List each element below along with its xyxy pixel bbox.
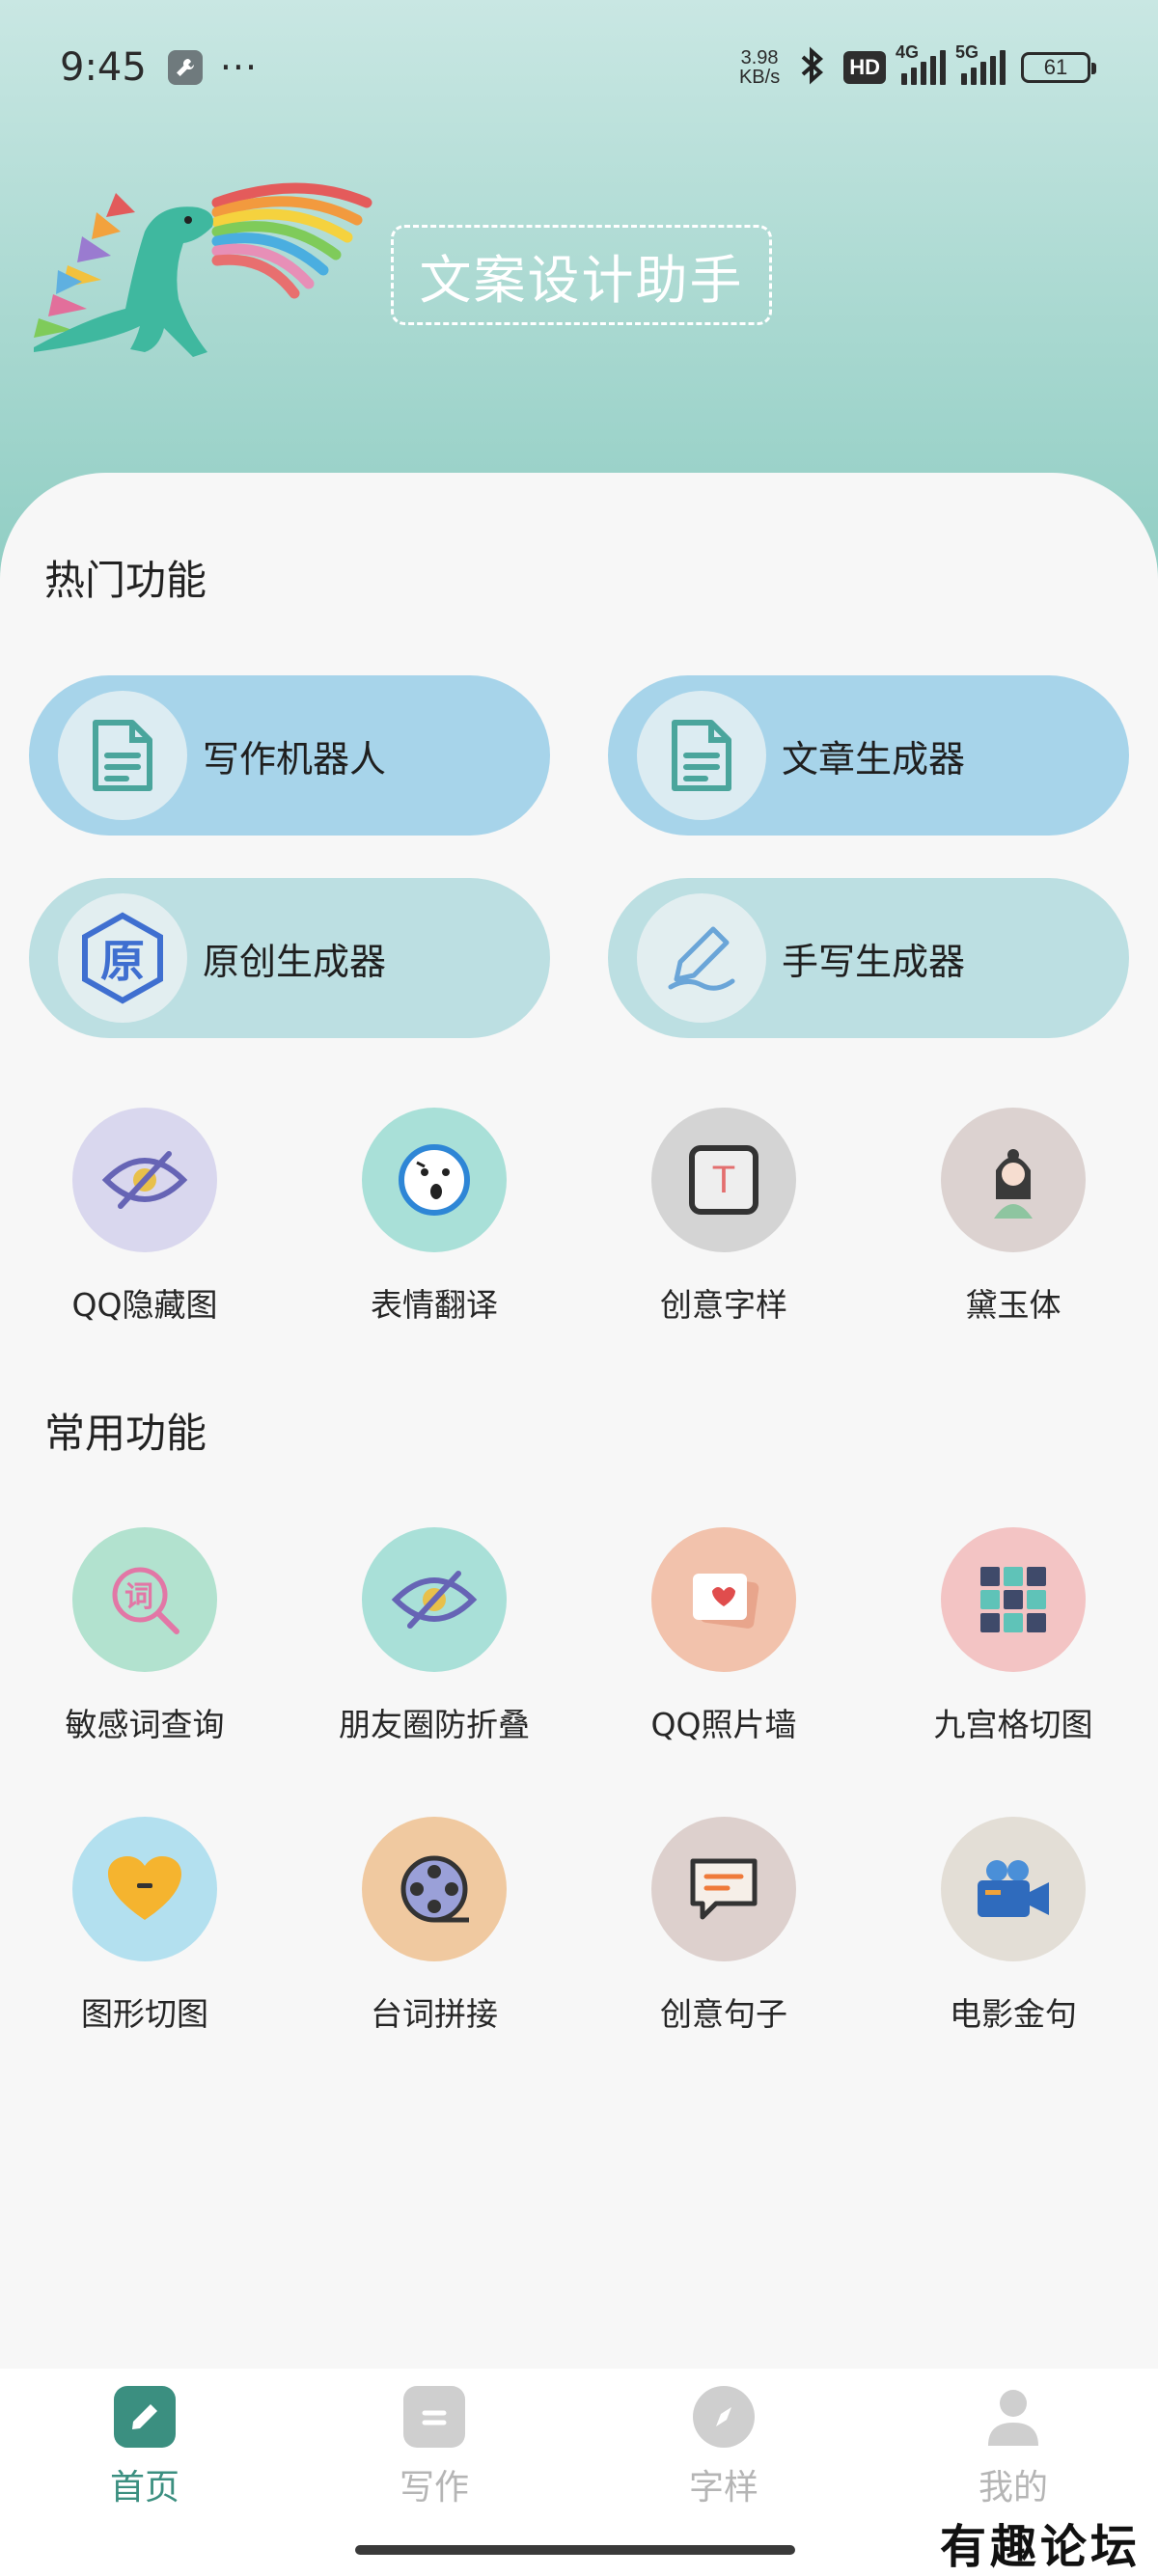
surprised-face-icon xyxy=(362,1108,507,1252)
movie-quotes-item[interactable]: 电影金句 xyxy=(868,1817,1158,2039)
sim1-network-type: 4G xyxy=(896,42,920,62)
daiyu-portrait-icon xyxy=(941,1108,1086,1252)
video-camera-icon xyxy=(941,1817,1086,1961)
nav-home-label: 首页 xyxy=(109,2468,179,2507)
word-search-icon: 词 xyxy=(72,1527,217,1672)
writing-robot-label: 写作机器人 xyxy=(203,737,387,781)
creative-text-style-label: 创意字样 xyxy=(660,1286,787,1324)
status-bar: 9:45 ··· 3.98 KB/s HD 4G 5G 61 xyxy=(0,0,1158,135)
original-generator-label: 原创生成器 xyxy=(203,940,387,983)
nav-text-style-label: 字样 xyxy=(688,2468,758,2507)
sensitive-word-check-label: 敏感词查询 xyxy=(65,1706,225,1743)
edit-pencil-icon xyxy=(114,2386,176,2448)
chat-bubble-icon xyxy=(651,1817,796,1961)
photo-wall-icon xyxy=(651,1527,796,1672)
creative-text-style-item[interactable]: T 创意字样 xyxy=(579,1108,868,1329)
daiyu-style-label: 黛玉体 xyxy=(965,1286,1062,1324)
sim2-network-type: 5G xyxy=(955,42,979,62)
document-icon xyxy=(637,691,766,820)
app-title: 文案设计助手 xyxy=(391,225,772,325)
hidden-eye-icon xyxy=(362,1527,507,1672)
nav-profile-label: 我的 xyxy=(978,2468,1048,2507)
nine-grid-cut-label: 九宫格切图 xyxy=(933,1706,1093,1743)
sensitive-word-check-item[interactable]: 词 敏感词查询 xyxy=(0,1527,290,1749)
home-indicator[interactable] xyxy=(355,2545,795,2555)
dinosaur-rainbow-illustration xyxy=(29,174,386,386)
hidden-eye-icon xyxy=(72,1108,217,1252)
signal-sim1-icon: 4G xyxy=(896,42,946,85)
line-splice-item[interactable]: 台词拼接 xyxy=(290,1817,579,2039)
status-indicators: 3.98 KB/s HD 4G 5G 61 xyxy=(739,42,1096,89)
nav-home[interactable]: 首页 xyxy=(0,2369,290,2576)
user-icon xyxy=(982,2386,1044,2448)
nine-grid-icon xyxy=(941,1527,1086,1672)
emoji-translate-item[interactable]: 表情翻译 xyxy=(290,1108,579,1329)
original-hexagon-icon: 原 xyxy=(58,893,187,1023)
shape-cut-item[interactable]: 图形切图 xyxy=(0,1817,290,2039)
text-style-icon-char: T xyxy=(711,1158,736,1201)
document-icon xyxy=(58,691,187,820)
handwriting-generator-button[interactable]: 手写生成器 xyxy=(608,878,1129,1038)
status-time: 9:45 xyxy=(60,45,147,90)
document-lines-icon xyxy=(403,2386,465,2448)
emoji-translate-label: 表情翻译 xyxy=(371,1286,498,1324)
word-search-icon-char: 词 xyxy=(124,1580,153,1614)
original-icon-char: 原 xyxy=(100,935,145,987)
qq-photo-wall-item[interactable]: QQ照片墙 xyxy=(579,1527,868,1749)
moments-anti-fold-item[interactable]: 朋友圈防折叠 xyxy=(290,1527,579,1749)
qq-hidden-image-item[interactable]: QQ隐藏图 xyxy=(0,1108,290,1329)
qq-hidden-image-label: QQ隐藏图 xyxy=(71,1286,218,1324)
compass-icon xyxy=(693,2386,755,2448)
hd-voice-badge: HD xyxy=(843,51,886,84)
moments-anti-fold-label: 朋友圈防折叠 xyxy=(339,1706,530,1743)
article-generator-button[interactable]: 文章生成器 xyxy=(608,675,1129,836)
wrench-icon xyxy=(167,50,203,85)
qq-photo-wall-label: QQ照片墙 xyxy=(650,1706,797,1743)
creative-sentence-label: 创意句子 xyxy=(660,1995,787,2033)
nav-writing-label: 写作 xyxy=(399,2468,469,2507)
network-speed: 3.98 KB/s xyxy=(739,48,780,87)
film-reel-icon xyxy=(362,1817,507,1961)
hot-features-title: 热门功能 xyxy=(44,557,207,604)
signal-sim2-icon: 5G xyxy=(955,42,1006,85)
text-style-icon: T xyxy=(651,1108,796,1252)
original-generator-button[interactable]: 原 原创生成器 xyxy=(29,878,550,1038)
network-speed-unit: KB/s xyxy=(738,67,781,88)
handwriting-generator-label: 手写生成器 xyxy=(782,940,966,983)
network-speed-value: 3.98 xyxy=(740,47,779,69)
battery-icon: 61 xyxy=(1021,52,1096,83)
more-notifications-icon: ··· xyxy=(219,46,259,89)
movie-quotes-label: 电影金句 xyxy=(950,1995,1077,2033)
bluetooth-icon xyxy=(795,46,828,89)
common-features-title: 常用功能 xyxy=(44,1410,207,1457)
creative-sentence-item[interactable]: 创意句子 xyxy=(579,1817,868,2039)
writing-robot-button[interactable]: 写作机器人 xyxy=(29,675,550,836)
article-generator-label: 文章生成器 xyxy=(782,737,966,781)
pen-icon xyxy=(637,893,766,1023)
battery-level: 61 xyxy=(1043,55,1068,79)
daiyu-style-item[interactable]: 黛玉体 xyxy=(868,1108,1158,1329)
nine-grid-cut-item[interactable]: 九宫格切图 xyxy=(868,1527,1158,1749)
heart-icon xyxy=(72,1817,217,1961)
shape-cut-label: 图形切图 xyxy=(81,1995,208,2033)
watermark: 有趣论坛 xyxy=(939,2520,1141,2574)
line-splice-label: 台词拼接 xyxy=(371,1995,498,2033)
